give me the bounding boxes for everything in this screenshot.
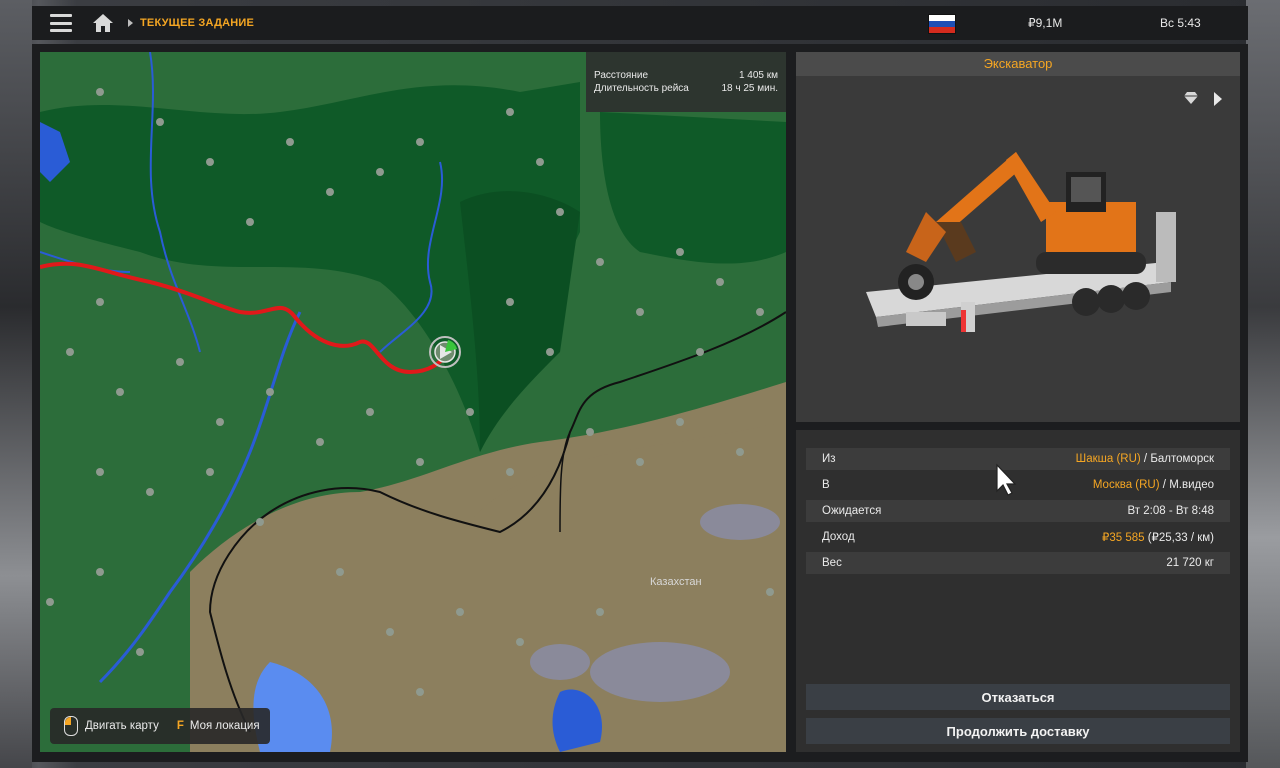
origin-city: Балтоморск bbox=[1150, 453, 1214, 465]
row-expected: Ожидается Вт 2:08 - Вт 8:48 bbox=[806, 500, 1230, 522]
weight-value: 21 720 кг bbox=[1166, 557, 1214, 569]
country-flag-icon bbox=[928, 14, 956, 34]
legend-key-f: F bbox=[176, 720, 184, 732]
route-map[interactable]: Расстояние 1 405 км Длительность рейса 1… bbox=[40, 52, 786, 752]
breadcrumb-arrow-icon bbox=[128, 19, 133, 27]
row-weight: Вес 21 720 кг bbox=[806, 552, 1230, 574]
job-screen: Расстояние 1 405 км Длительность рейса 1… bbox=[32, 44, 1248, 762]
mouse-cursor-icon bbox=[996, 463, 1017, 496]
menu-icon[interactable] bbox=[50, 14, 72, 32]
destination-label: В bbox=[822, 479, 830, 491]
breadcrumb[interactable]: ТЕКУЩЕЕ ЗАДАНИЕ bbox=[140, 17, 254, 29]
distance-label: Расстояние bbox=[594, 70, 649, 81]
expected-value: Вт 2:08 - Вт 8:48 bbox=[1127, 505, 1215, 517]
origin-label: Из bbox=[822, 453, 836, 465]
game-clock: Вс 5:43 bbox=[1160, 16, 1201, 30]
money-balance: ₽9,1M bbox=[1028, 16, 1063, 30]
background-left bbox=[0, 0, 32, 768]
legend-move-map: Двигать карту bbox=[85, 720, 159, 732]
income-label: Доход bbox=[822, 531, 855, 543]
background-right bbox=[1246, 0, 1280, 768]
destination-company: Москва (RU) bbox=[1092, 479, 1160, 491]
duration-value: 18 ч 25 мин. bbox=[721, 83, 778, 94]
map-canvas bbox=[40, 52, 786, 752]
expected-label: Ожидается bbox=[822, 505, 882, 517]
origin-company: Шакша (RU) bbox=[1075, 453, 1141, 465]
next-arrow-icon[interactable] bbox=[1214, 92, 1222, 106]
row-income: Доход ₽35 585 (₽25,33 / км) bbox=[806, 526, 1230, 548]
mouse-icon bbox=[64, 716, 78, 736]
trip-summary: Расстояние 1 405 км Длительность рейса 1… bbox=[586, 52, 786, 112]
cargo-title: Экскаватор bbox=[796, 52, 1240, 76]
top-bar: ТЕКУЩЕЕ ЗАДАНИЕ ₽9,1M Вс 5:43 bbox=[32, 6, 1248, 40]
duration-label: Длительность рейса bbox=[594, 83, 689, 94]
weight-label: Вес bbox=[822, 557, 842, 569]
cancel-job-button[interactable]: Отказаться bbox=[806, 684, 1230, 710]
income-value: ₽35 585 bbox=[1102, 532, 1145, 544]
home-icon[interactable] bbox=[92, 13, 114, 33]
legend-my-location[interactable]: Моя локация bbox=[190, 720, 260, 732]
continue-delivery-button[interactable]: Продолжить доставку bbox=[806, 718, 1230, 744]
income-rate: (₽25,33 / км) bbox=[1147, 532, 1214, 544]
excavator-trailer-image bbox=[866, 152, 1176, 332]
cargo-panel: Экскаватор bbox=[796, 52, 1240, 422]
map-legend: Двигать карту F Моя локация bbox=[50, 708, 270, 744]
destination-city: М.видео bbox=[1169, 479, 1214, 491]
destination-separator: / bbox=[1162, 479, 1166, 491]
country-label: Казахстан bbox=[650, 576, 702, 588]
gem-icon bbox=[1184, 92, 1198, 104]
distance-value: 1 405 км bbox=[738, 70, 778, 81]
origin-separator: / bbox=[1143, 453, 1148, 465]
